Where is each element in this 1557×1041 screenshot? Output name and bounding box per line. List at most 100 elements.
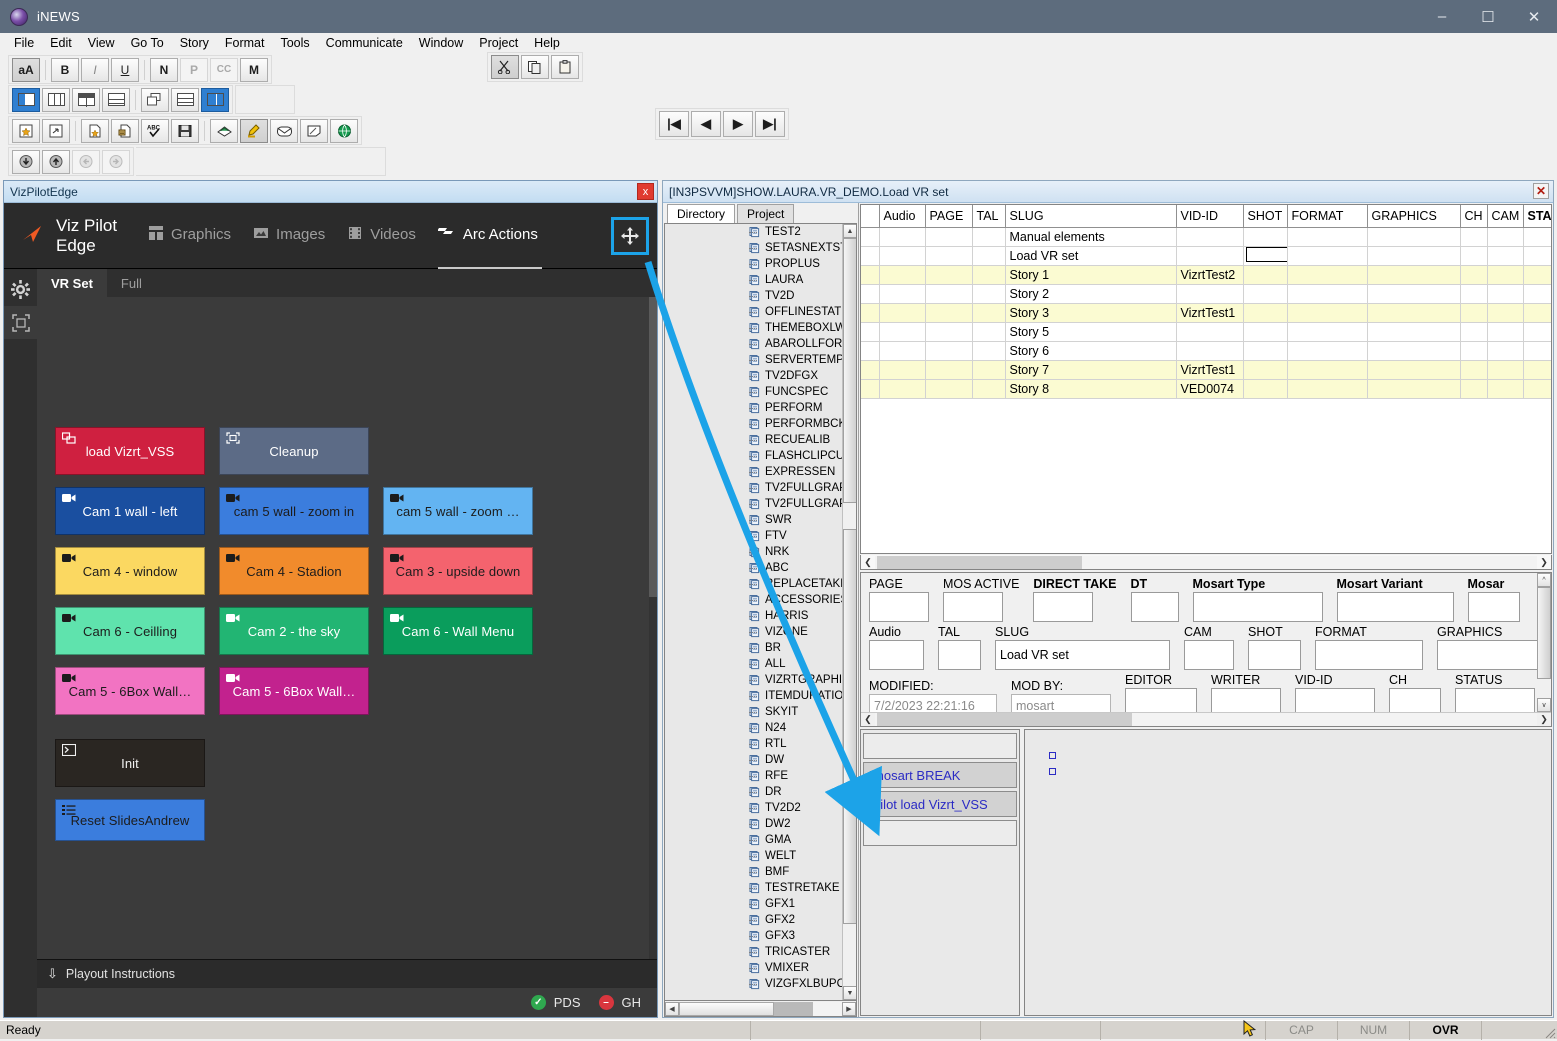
nav-images[interactable]: Images (253, 225, 325, 247)
grid-cell[interactable] (1523, 341, 1552, 360)
underline-button[interactable]: U (111, 58, 139, 82)
grid-cell[interactable] (1287, 265, 1367, 284)
mail-button[interactable] (270, 119, 298, 143)
grid-cell[interactable] (1367, 379, 1460, 398)
form-field-input[interactable] (1033, 592, 1093, 622)
table-row[interactable]: Story 7VizrtTest1 (861, 360, 1552, 379)
next-record-button[interactable]: ▶ (723, 111, 753, 137)
menu-item-format[interactable]: Format (217, 34, 273, 52)
tree-item[interactable]: RTL (665, 736, 842, 752)
closed-caption-button[interactable]: CC (210, 58, 238, 82)
form-field-input[interactable] (1315, 640, 1423, 670)
form-scroll-left-button[interactable]: ❮ (861, 713, 875, 726)
arc-action-button[interactable]: Cam 3 - upside down (383, 547, 533, 595)
form-scrollbar-thumb[interactable] (1537, 587, 1551, 679)
grid-cell[interactable] (1367, 246, 1460, 265)
font-case-button[interactable]: aA (12, 58, 40, 82)
tree-item[interactable]: THEMEBOXLWD (665, 320, 842, 336)
tree-item[interactable]: BR (665, 640, 842, 656)
nav-videos[interactable]: Videos (347, 225, 416, 247)
grid-cell[interactable] (925, 322, 972, 341)
resize-grip[interactable] (1541, 1021, 1557, 1040)
open-story-button[interactable] (42, 119, 70, 143)
tree-item[interactable]: GFX2 (665, 912, 842, 928)
grid-cell[interactable] (879, 379, 925, 398)
table-row[interactable]: Story 5 (861, 322, 1552, 341)
form-field-input[interactable]: Load VR set (995, 640, 1170, 670)
menu-item-edit[interactable]: Edit (42, 34, 80, 52)
grid-cell[interactable] (1460, 360, 1487, 379)
move-up-button[interactable] (42, 150, 70, 174)
grid-cell[interactable]: Manual elements (1005, 227, 1176, 246)
story-instruction-row[interactable]: *mosart BREAK (863, 762, 1017, 788)
grid-horizontal-scrollbar[interactable]: ❮ ❯ (860, 555, 1552, 570)
cut-button[interactable] (491, 55, 519, 79)
grid-column-header[interactable]: FORMAT (1287, 205, 1367, 227)
grid-cell[interactable] (879, 246, 925, 265)
tree-item[interactable]: TV2FULLGRAPH (665, 480, 842, 496)
grid-cell[interactable]: VED0074 (1176, 379, 1243, 398)
arc-action-button[interactable]: Cleanup (219, 427, 369, 475)
normal-style-button[interactable]: N (150, 58, 178, 82)
form-field-input[interactable] (1193, 592, 1323, 622)
tree-scroll-right-button[interactable]: ▶ (842, 1002, 856, 1016)
minimize-button[interactable]: – (1419, 0, 1465, 33)
grid-cell[interactable] (861, 379, 879, 398)
grid-cell[interactable]: Load VR set (1005, 246, 1176, 265)
actions-scrollbar-thumb[interactable] (649, 297, 657, 597)
grid-cell[interactable] (1487, 284, 1523, 303)
grid-cell[interactable] (1243, 246, 1287, 265)
grid-cell[interactable] (1367, 322, 1460, 341)
table-row[interactable]: Story 1VizrtTest2 (861, 265, 1552, 284)
menu-item-help[interactable]: Help (526, 34, 568, 52)
arc-action-button[interactable]: Cam 1 wall - left (55, 487, 205, 535)
arc-action-button[interactable]: load Vizrt_VSS (55, 427, 205, 475)
presenter-style-button[interactable]: P (180, 58, 208, 82)
tree-hscrollbar-thumb[interactable] (679, 1002, 774, 1016)
menu-item-goto[interactable]: Go To (123, 34, 172, 52)
grid-cell[interactable] (972, 265, 1005, 284)
grid-cell[interactable] (1287, 284, 1367, 303)
tree-scrollbar-thumb-upper[interactable] (843, 238, 857, 503)
grid-cell[interactable]: VizrtTest2 (1176, 265, 1243, 284)
tree-item[interactable]: ABC (665, 560, 842, 576)
grid-cell[interactable] (1523, 284, 1552, 303)
grid-cell[interactable] (1487, 322, 1523, 341)
story-instruction-list[interactable]: *mosart BREAK*pilot load Vizrt_VSS (860, 729, 1020, 1016)
grid-cell[interactable] (1523, 379, 1552, 398)
grid-cell[interactable] (879, 303, 925, 322)
grid-cell[interactable]: Story 1 (1005, 265, 1176, 284)
grid-cell[interactable]: VizrtTest1 (1176, 360, 1243, 379)
tree-item[interactable]: TV2DFGX (665, 368, 842, 384)
nav-graphics[interactable]: Graphics (148, 225, 231, 247)
arc-action-button[interactable]: Cam 6 - Ceilling (55, 607, 205, 655)
grid-cell[interactable] (861, 227, 879, 246)
grid-cell[interactable] (1243, 284, 1287, 303)
tree-scrollbar-thumb-lower[interactable] (843, 529, 857, 924)
grid-column-header[interactable] (861, 205, 879, 227)
grid-cell[interactable] (861, 360, 879, 379)
grid-cell[interactable] (1487, 360, 1523, 379)
grid-cell[interactable] (879, 322, 925, 341)
arc-action-button[interactable]: Cam 4 - window (55, 547, 205, 595)
grid-cell[interactable]: Story 2 (1005, 284, 1176, 303)
grid-cell[interactable] (1243, 322, 1287, 341)
grid-cell[interactable] (925, 227, 972, 246)
table-row[interactable]: Load VR set (861, 246, 1552, 265)
grid-cell[interactable] (1460, 303, 1487, 322)
menu-item-tools[interactable]: Tools (272, 34, 317, 52)
settings-gear-icon[interactable] (4, 273, 37, 306)
grid-cell[interactable] (972, 246, 1005, 265)
grid-cell[interactable] (1460, 246, 1487, 265)
bold-button[interactable]: B (51, 58, 79, 82)
grid-cell[interactable] (925, 265, 972, 284)
tree-item[interactable]: SETASNEXTSTO (665, 240, 842, 256)
tree-item[interactable]: RFE (665, 768, 842, 784)
form-field-input[interactable] (1131, 592, 1179, 622)
table-row[interactable]: Story 6 (861, 341, 1552, 360)
grid-cell[interactable] (1487, 341, 1523, 360)
grid-cell[interactable] (1460, 341, 1487, 360)
tab-vr-set[interactable]: VR Set (37, 269, 107, 297)
arc-action-button[interactable]: cam 5 wall - zoom in (219, 487, 369, 535)
tab-full[interactable]: Full (107, 269, 156, 297)
